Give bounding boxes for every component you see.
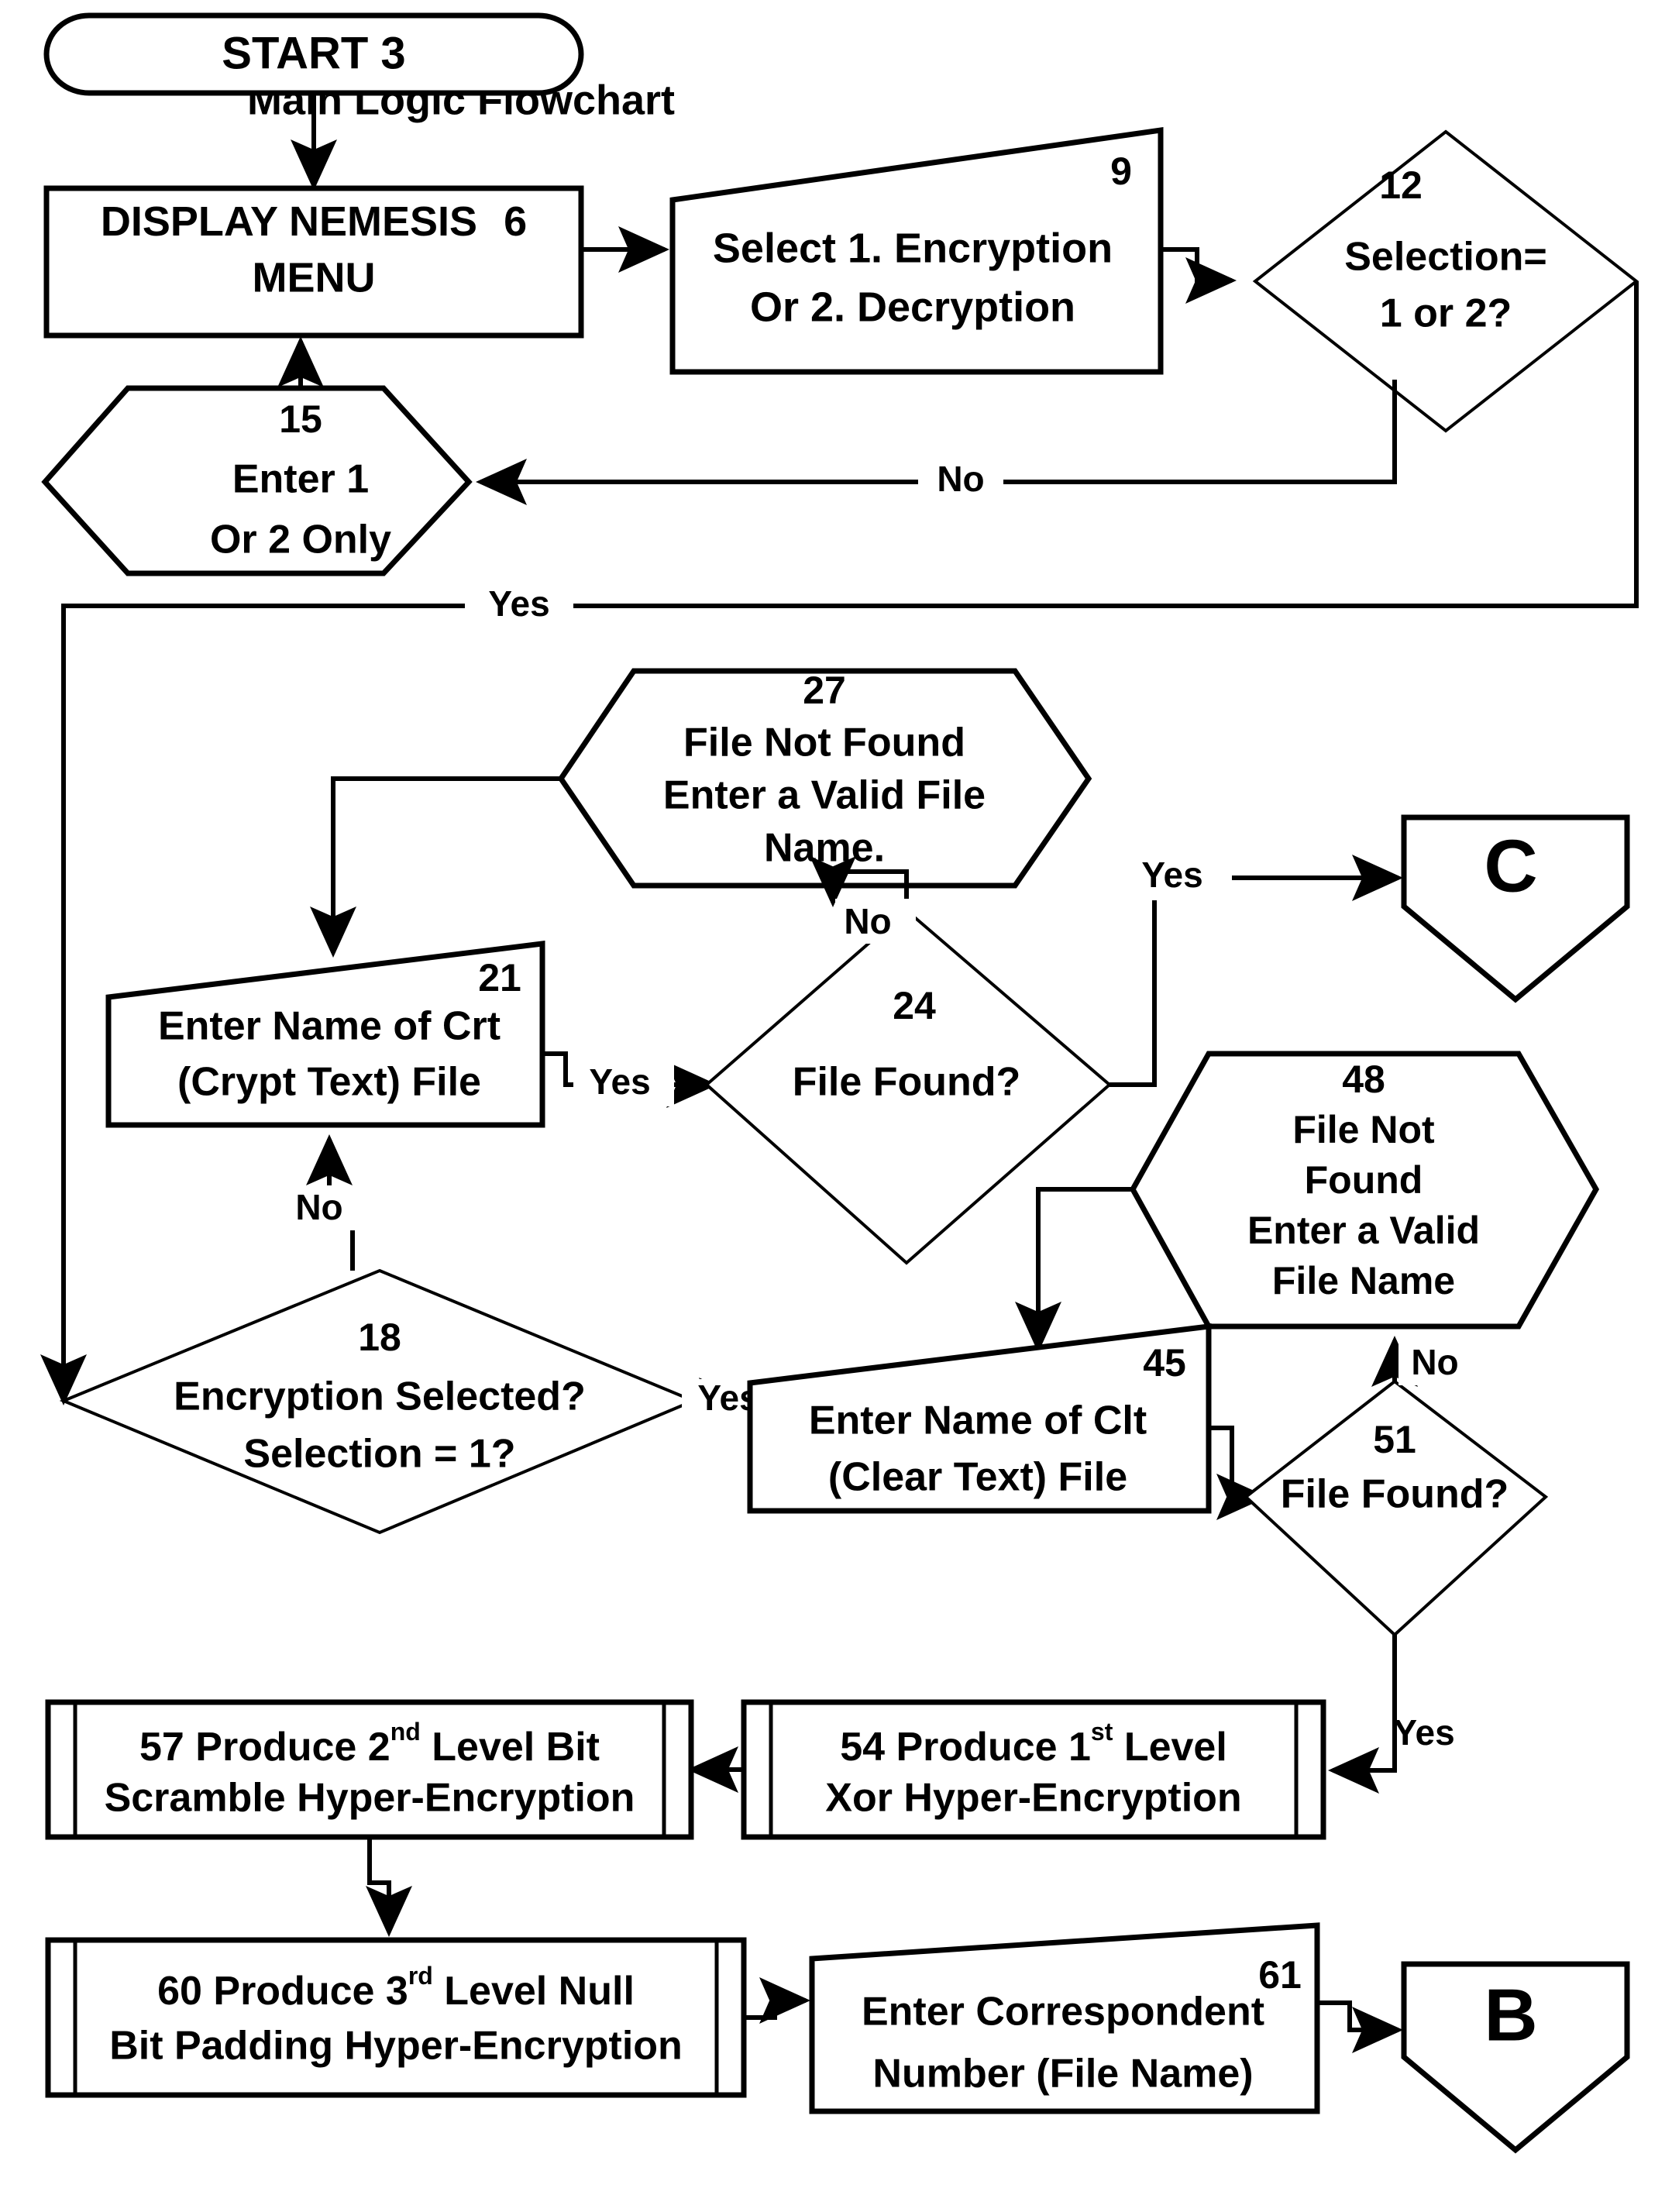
node-enter-correspondent-number: 61 bbox=[1258, 1953, 1302, 1997]
node-level3-line1: 60 Produce 3rd Level Null bbox=[157, 1962, 635, 2013]
node-enter-crt-number: 21 bbox=[478, 956, 521, 999]
edge-level3-to-enter-correspondent bbox=[744, 1977, 810, 2024]
connector-b-label: B bbox=[1484, 1973, 1537, 2056]
edge-label-no-crt-found: No bbox=[844, 901, 891, 941]
edge-clt-not-found-to-enter-clt bbox=[1015, 1187, 1133, 1353]
node-select-mode-line2: Or 2. Decryption bbox=[750, 284, 1075, 330]
node-enter-only-line1: Enter 1 bbox=[232, 457, 369, 502]
edge-clt-found-yes-to-level1 bbox=[1328, 1635, 1397, 1794]
node-display-menu-line1: DISPLAY NEMESIS 6 bbox=[101, 198, 527, 245]
node-enter-clt-number: 45 bbox=[1143, 1341, 1186, 1385]
node-selection-check-line1: Selection= bbox=[1344, 235, 1547, 280]
edge-label-no-selection: No bbox=[937, 459, 984, 499]
node-selection-check-shape bbox=[1252, 129, 1639, 433]
node-clt-not-found-number: 48 bbox=[1342, 1058, 1385, 1101]
node-select-mode-number: 9 bbox=[1110, 150, 1132, 193]
node-clt-found-line1: File Found? bbox=[1281, 1472, 1509, 1517]
node-level2-line2: Scramble Hyper-Encryption bbox=[105, 1776, 635, 1821]
edge-label-yes-selection: Yes bbox=[488, 583, 549, 624]
edge-enter-correspondent-to-connector-b bbox=[1317, 2000, 1403, 2053]
node-clt-not-found-line1: File Not bbox=[1292, 1108, 1435, 1151]
node-display-menu-line2: MENU bbox=[253, 254, 376, 301]
edge-enter-clt-to-clt-found bbox=[1209, 1426, 1268, 1520]
flowchart-page: Main Logic Flowchart START 3 DISPLAY NEM… bbox=[0, 0, 1672, 2212]
node-encryption-selected-number: 18 bbox=[358, 1316, 401, 1359]
node-encryption-selected-line1: Encryption Selected? bbox=[174, 1374, 586, 1419]
edge-label-yes-clt-found: Yes bbox=[1393, 1712, 1454, 1753]
edge-crt-not-found-to-enter-crt bbox=[310, 776, 561, 958]
edge-label-yes-crt-found: Yes bbox=[1141, 855, 1202, 895]
node-enter-correspondent-line2: Number (File Name) bbox=[872, 2052, 1253, 2097]
node-crt-not-found-number: 27 bbox=[803, 669, 846, 712]
main-logic-flowchart: Main Logic Flowchart START 3 DISPLAY NEM… bbox=[40, 12, 1639, 2154]
node-enter-only-number: 15 bbox=[279, 397, 322, 441]
node-clt-found-number: 51 bbox=[1373, 1418, 1416, 1461]
node-start-label: START 3 bbox=[222, 28, 405, 78]
edge-label-yes-crt: Yes bbox=[589, 1061, 650, 1102]
node-selection-check-number: 12 bbox=[1379, 163, 1423, 207]
node-crt-not-found-line1: File Not Found bbox=[683, 721, 965, 765]
node-enter-clt-line2: (Clear Text) File bbox=[828, 1455, 1127, 1500]
node-clt-not-found-line3: Enter a Valid bbox=[1247, 1209, 1480, 1252]
node-select-mode-line1: Select 1. Encryption bbox=[713, 225, 1113, 271]
node-enter-clt-line1: Enter Name of Clt bbox=[809, 1398, 1147, 1443]
node-encryption-selected-line2: Selection = 1? bbox=[243, 1432, 515, 1477]
node-clt-not-found-line2: Found bbox=[1305, 1158, 1423, 1202]
node-level3-line2: Bit Padding Hyper-Encryption bbox=[109, 2024, 683, 2069]
node-enter-crt-line1: Enter Name of Crt bbox=[158, 1004, 501, 1049]
node-enter-only-line2: Or 2 Only bbox=[210, 518, 391, 562]
node-clt-not-found-line4: File Name bbox=[1272, 1259, 1455, 1302]
connector-c-label: C bbox=[1484, 824, 1537, 907]
node-level2-line1: 57 Produce 2nd Level Bit bbox=[139, 1718, 600, 1769]
edge-label-no-encryption: No bbox=[295, 1187, 342, 1227]
node-crt-found-number: 24 bbox=[893, 984, 936, 1027]
edge-label-no-clt-found: No bbox=[1411, 1342, 1458, 1382]
node-enter-correspondent-line1: Enter Correspondent bbox=[862, 1990, 1264, 2035]
node-enter-crt-line2: (Crypt Text) File bbox=[177, 1060, 481, 1105]
node-crt-found-line1: File Found? bbox=[793, 1060, 1021, 1105]
node-level1-line1: 54 Produce 1st Level bbox=[840, 1718, 1227, 1769]
node-crt-not-found-line3: Name. bbox=[764, 826, 885, 871]
node-crt-not-found-line2: Enter a Valid File bbox=[663, 773, 986, 818]
node-level3-shape bbox=[45, 1937, 747, 2098]
node-level1-line2: Xor Hyper-Encryption bbox=[825, 1776, 1241, 1821]
edge-select-to-check bbox=[1161, 247, 1237, 304]
edge-level2-to-level3 bbox=[366, 1837, 412, 1937]
node-selection-check-line2: 1 or 2? bbox=[1380, 291, 1512, 336]
